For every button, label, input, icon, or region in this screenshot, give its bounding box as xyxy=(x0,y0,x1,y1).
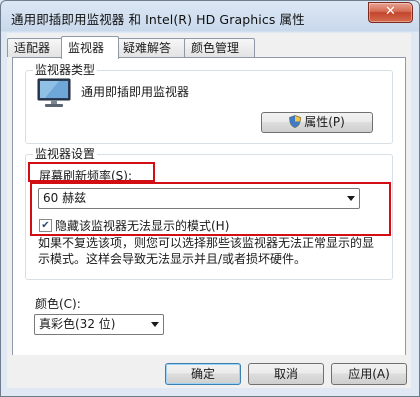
cancel-button[interactable]: 取消 xyxy=(248,363,324,385)
title-bar[interactable]: 通用即插即用监视器 和 Intel(R) HD Graphics 属性 ✕ xyxy=(1,1,419,33)
monitor-icon xyxy=(37,78,71,108)
tab-label: 颜色管理 xyxy=(191,41,240,55)
monitor-name: 通用即插即用监视器 xyxy=(81,85,190,99)
tab-troubleshoot[interactable]: 疑难解答 xyxy=(116,38,187,57)
tab-monitor[interactable]: 监视器 xyxy=(61,36,119,59)
highlight-refresh-label xyxy=(28,162,155,182)
warning-text: 如果不复选该项，则您可以选择那些该监视器无法正常显示的显示模式。这样会导致无法显… xyxy=(38,236,375,266)
colors-value: 真彩色(32 位) xyxy=(39,317,116,331)
apply-button-label: 应用(A) xyxy=(348,367,390,381)
properties-button[interactable]: 属性(P) xyxy=(261,112,373,133)
tab-label: 疑难解答 xyxy=(123,41,172,55)
close-button[interactable]: ✕ xyxy=(368,2,413,23)
window-title: 通用即插即用监视器 和 Intel(R) HD Graphics 属性 xyxy=(11,12,305,27)
properties-button-label: 属性(P) xyxy=(304,115,345,129)
colors-select[interactable]: 真彩色(32 位) xyxy=(34,314,164,335)
close-icon: ✕ xyxy=(385,4,396,19)
tab-color-management[interactable]: 颜色管理 xyxy=(184,38,255,57)
shield-icon xyxy=(289,115,302,134)
cancel-button-label: 取消 xyxy=(273,367,298,381)
apply-button[interactable]: 应用(A) xyxy=(331,363,407,385)
ok-button-label: 确定 xyxy=(190,367,215,381)
highlight-refresh-settings xyxy=(30,182,391,236)
tab-adapter[interactable]: 适配器 xyxy=(7,38,65,57)
tab-label: 监视器 xyxy=(68,41,105,55)
monitor-settings-group-label: 监视器设置 xyxy=(33,145,98,162)
monitor-type-group-label: 监视器类型 xyxy=(33,61,98,78)
colors-label: 颜色(C): xyxy=(35,297,81,311)
dialog-footer: 确定 取消 应用(A) xyxy=(7,355,411,388)
tab-label: 适配器 xyxy=(14,41,51,55)
ok-button[interactable]: 确定 xyxy=(165,363,241,385)
chevron-down-icon xyxy=(151,322,159,327)
